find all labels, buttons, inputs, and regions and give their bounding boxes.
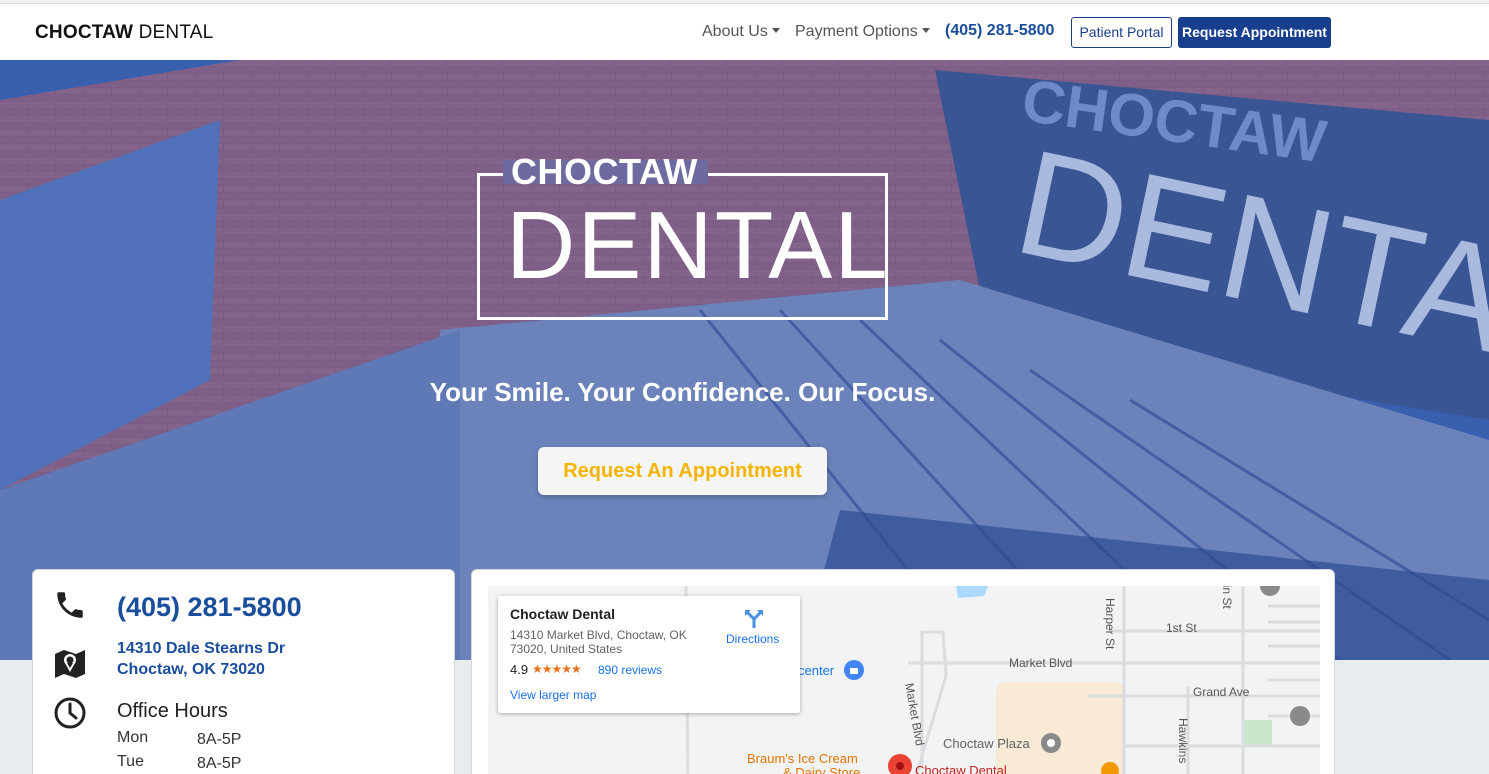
map-rating-value: 4.9 [510,662,529,677]
brand-logo[interactable]: CHOCTAW DENTAL [35,22,213,44]
map-label-braums: Braum's Ice Cream [747,751,858,766]
address-line-2[interactable]: Choctaw, OK 73020 [117,661,265,679]
map-label-braums-2: & Dairy Store [783,765,861,774]
map-label-hawkins: Hawkins [1176,718,1190,764]
directions-link[interactable]: Directions [726,632,779,646]
hours-day: Tue [117,753,144,770]
map-info-popup: Choctaw Dental 14310 Market Blvd, Chocta… [498,596,800,713]
map-label-choctaw-plaza: Choctaw Plaza [943,736,1030,751]
hours-time: 8A-5P [197,731,242,748]
hours-time: 8A-5P [197,755,242,772]
clock-icon [54,697,86,729]
google-map-embed[interactable]: Harper St 1st St Market Blvd Market Blvd… [488,586,1320,774]
map-label-harper: Harper St [1103,598,1117,650]
office-hours-title: Office Hours [117,700,228,722]
view-larger-map-link[interactable]: View larger map [510,688,596,702]
map-label-market-blvd: Market Blvd [1009,656,1073,670]
map-place-address: 14310 Market Blvd, Choctaw, OK 73020, Un… [510,628,687,656]
nav-phone-link[interactable]: (405) 281-5800 [945,22,1054,40]
info-phone-link[interactable]: (405) 281-5800 [117,592,302,623]
navbar: CHOCTAW DENTAL About Us Payment Options … [0,4,1489,60]
directions-icon[interactable] [743,608,765,630]
hero-logo-main: DENTAL [506,192,890,299]
nav-about-us[interactable]: About Us [702,23,780,41]
map-icon [55,650,85,678]
map-label-grand-ave: Grand Ave [1193,685,1250,699]
caret-down-icon [921,28,930,33]
request-appointment-button[interactable]: Request Appointment [1178,17,1331,48]
contact-info-card: (405) 281-5800 14310 Dale Stearns Dr Cho… [32,569,455,774]
map-reviews-link[interactable]: 890 reviews [598,663,662,677]
map-label-center: center [798,663,835,678]
phone-icon [57,592,83,618]
star-rating-icon: ★★★★★ [532,662,582,676]
request-an-appointment-button[interactable]: Request An Appointment [538,447,827,495]
hero-tagline: Your Smile. Your Confidence. Our Focus. [429,377,936,407]
map-label-1st-st: 1st St [1166,621,1197,635]
brand-bold: CHOCTAW [35,22,134,43]
map-place-title: Choctaw Dental [510,606,616,622]
patient-portal-button[interactable]: Patient Portal [1071,17,1172,48]
nav-payment-options[interactable]: Payment Options [795,23,930,41]
brand-light: DENTAL [138,22,214,43]
map-label-choctaw-dental-pin: Choctaw Dental [915,763,1007,774]
map-card: Harper St 1st St Market Blvd Market Blvd… [471,569,1335,774]
hero-logo-top: CHOCTAW [511,151,698,192]
nav-about-us-label: About Us [702,23,768,40]
hours-day: Mon [117,729,149,746]
caret-down-icon [771,28,780,33]
map-label-main-st: ain St [1220,586,1234,609]
address-line-1[interactable]: 14310 Dale Stearns Dr [117,640,285,658]
nav-payment-options-label: Payment Options [795,23,918,40]
